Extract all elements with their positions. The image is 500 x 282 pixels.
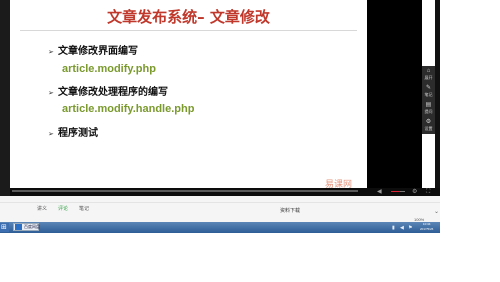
video-letterbox xyxy=(367,0,422,190)
code-filename: article.modify.php xyxy=(62,63,156,75)
tab-notes[interactable]: 笔记 xyxy=(79,205,89,212)
bullet-arrow-icon: ➢ xyxy=(48,89,54,97)
clock-date: 2017/5/26 xyxy=(420,227,434,231)
bullet-text: 程序测试 xyxy=(58,128,98,139)
network-icon[interactable]: ▮ xyxy=(392,225,395,231)
fullscreen-icon[interactable]: ⛶ xyxy=(426,188,430,196)
bullet-item: ➢ 文章修改界面编写 xyxy=(48,42,138,57)
settings-icon[interactable]: ⚙ xyxy=(412,188,417,196)
code-filename: article.modify.handle.php xyxy=(62,103,195,115)
tab-handout[interactable]: 讲义 xyxy=(37,205,47,212)
tabs-divider xyxy=(0,202,440,203)
download-link[interactable]: 资料下载 xyxy=(280,207,300,214)
bullet-text: 文章修改处理程序的编写 xyxy=(58,87,168,98)
title-divider xyxy=(20,30,357,31)
pencil-icon: ✎ xyxy=(425,85,432,91)
bullet-arrow-icon: ➢ xyxy=(48,48,54,56)
taskbar-app-label: 百度网盘 xyxy=(24,224,40,229)
volume-level xyxy=(391,191,400,192)
bullet-text: 文章修改界面编写 xyxy=(58,46,138,57)
side-button-notes[interactable]: ✎ 笔记 xyxy=(423,85,434,101)
tab-comments[interactable]: 评论 xyxy=(58,205,68,212)
chevron-down-icon[interactable]: ⌄ xyxy=(434,208,439,215)
side-button-expand[interactable]: ⌂ 展开 xyxy=(423,68,434,84)
volume-icon[interactable]: ◀ xyxy=(377,188,382,196)
windows-icon: ⊞ xyxy=(1,224,7,231)
lecture-slide: 文章发布系统– 文章修改 ➢ 文章修改界面编写 article.modify.ph… xyxy=(10,0,367,188)
taskbar xyxy=(0,222,440,233)
bullet-item: ➢ 文章修改处理程序的编写 xyxy=(48,83,168,98)
gear-icon: ⚙ xyxy=(425,119,432,125)
document-icon: ▤ xyxy=(425,102,432,108)
tray-clock[interactable]: 10:34 2017/5/26 xyxy=(420,222,433,232)
right-dark-strip xyxy=(435,0,440,196)
home-icon: ⌂ xyxy=(426,68,431,74)
progress-track[interactable] xyxy=(12,190,358,192)
bullet-item: ➢ 程序测试 xyxy=(48,124,98,139)
side-button-settings[interactable]: ⚙ 设置 xyxy=(423,119,434,135)
slide-title: 文章发布系统– 文章修改 xyxy=(107,8,270,26)
flag-icon[interactable]: ⚑ xyxy=(408,225,412,231)
left-dark-strip xyxy=(0,0,10,196)
speaker-icon[interactable]: ◀ xyxy=(400,225,404,231)
app-icon xyxy=(15,224,22,230)
bullet-arrow-icon: ➢ xyxy=(48,130,54,138)
side-button-question[interactable]: ▤ 提问 xyxy=(423,102,434,118)
